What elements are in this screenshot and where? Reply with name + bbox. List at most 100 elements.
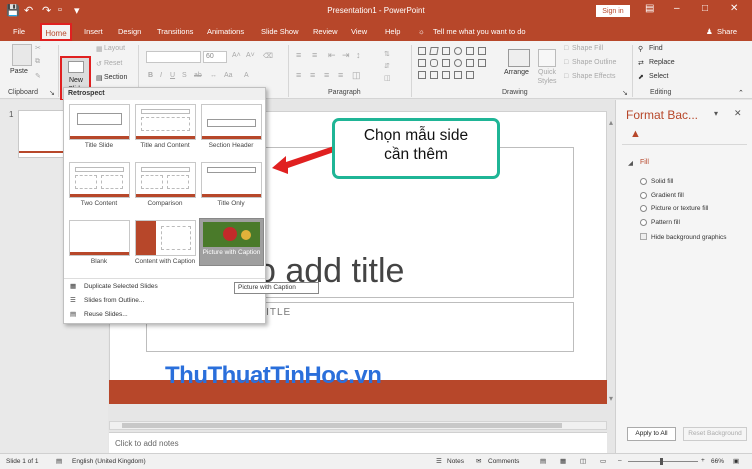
- menu-slides-from-outline[interactable]: Slides from Outline...: [84, 297, 144, 304]
- quick-styles-button[interactable]: Quick Styles: [533, 68, 561, 86]
- menu-reuse-slides[interactable]: Reuse Slides...: [84, 311, 128, 318]
- zoom-slider-thumb[interactable]: [660, 458, 663, 465]
- increase-indent-icon[interactable]: ⇥: [342, 50, 350, 61]
- layout-picture-with-caption[interactable]: Picture with Caption: [199, 218, 264, 266]
- arrange-button[interactable]: Arrange: [504, 69, 529, 76]
- zoom-slider[interactable]: [628, 461, 698, 462]
- pane-options-icon[interactable]: ▾: [714, 109, 718, 118]
- tab-insert[interactable]: Insert: [84, 27, 103, 36]
- tell-me-search[interactable]: Tell me what you want to do: [433, 27, 526, 36]
- tab-slideshow[interactable]: Slide Show: [261, 27, 299, 36]
- align-text-icon[interactable]: ⇵: [384, 62, 390, 70]
- font-color-icon[interactable]: A: [244, 72, 249, 79]
- shape-fill-button[interactable]: Shape Fill: [572, 45, 603, 52]
- circle-shape-icon[interactable]: [454, 59, 462, 67]
- section-button[interactable]: Section: [104, 74, 127, 81]
- bold-icon[interactable]: B: [148, 72, 153, 79]
- share-button[interactable]: Share: [717, 27, 737, 36]
- char-spacing-icon[interactable]: ↔: [210, 72, 217, 79]
- layout-comparison[interactable]: [135, 162, 196, 198]
- reset-background-button[interactable]: Reset Background: [683, 427, 747, 441]
- tab-animations[interactable]: Animations: [207, 27, 244, 36]
- pattern-fill-radio[interactable]: [640, 219, 647, 226]
- normal-view-icon[interactable]: ▤: [540, 457, 546, 465]
- scrollbar-thumb[interactable]: [122, 423, 562, 428]
- paste-icon[interactable]: [12, 44, 32, 66]
- fill-bucket-icon[interactable]: ▲: [630, 128, 641, 140]
- paste-button[interactable]: Paste: [10, 68, 28, 75]
- horizontal-scrollbar[interactable]: [109, 421, 607, 430]
- vscroll-down-icon[interactable]: ▾: [609, 394, 613, 403]
- format-painter-icon[interactable]: ✎: [35, 72, 41, 80]
- layout-two-content[interactable]: [69, 162, 130, 198]
- textbox-shape-icon[interactable]: [418, 47, 426, 55]
- pentagon-shape-icon[interactable]: [442, 71, 450, 79]
- hide-background-checkbox[interactable]: [640, 233, 647, 240]
- arrange-icon[interactable]: [508, 49, 530, 67]
- line-spacing-icon[interactable]: ↕: [356, 50, 361, 60]
- zoom-in-icon[interactable]: +: [701, 457, 705, 464]
- layout-title-and-content[interactable]: [135, 104, 196, 140]
- collapse-ribbon-icon[interactable]: ⌃: [738, 89, 744, 97]
- cut-icon[interactable]: ✂: [35, 44, 41, 52]
- spellcheck-icon[interactable]: ▤: [56, 457, 62, 465]
- text-direction-icon[interactable]: ⇅: [384, 50, 390, 58]
- line-shape-icon[interactable]: [429, 47, 439, 55]
- layout-button[interactable]: Layout: [104, 45, 125, 52]
- shrink-font-icon[interactable]: A˅: [246, 52, 255, 59]
- bracket-shape-icon[interactable]: [418, 59, 426, 67]
- slideshow-view-icon[interactable]: ▭: [600, 457, 606, 465]
- fit-to-window-icon[interactable]: ▣: [733, 457, 739, 465]
- align-right-icon[interactable]: ≡: [324, 70, 329, 80]
- underline-icon[interactable]: U: [170, 72, 175, 79]
- tab-file[interactable]: File: [13, 27, 25, 36]
- comments-toggle[interactable]: Comments: [488, 458, 519, 465]
- layout-content-with-caption[interactable]: [135, 220, 196, 256]
- replace-button[interactable]: Replace: [649, 59, 675, 66]
- close-icon[interactable]: ✕: [730, 3, 738, 14]
- copy-icon[interactable]: ⧉: [35, 58, 40, 66]
- layout-section-header[interactable]: [201, 104, 262, 140]
- curve-shape-icon[interactable]: [418, 71, 426, 79]
- triangle-shape-icon[interactable]: [466, 47, 474, 55]
- align-left-icon[interactable]: ≡: [296, 70, 301, 80]
- dialog-launcher-icon[interactable]: ↘: [49, 89, 55, 97]
- font-size-box[interactable]: 60: [203, 51, 227, 63]
- sign-in-button[interactable]: Sign in: [596, 5, 630, 17]
- brace-shape-icon[interactable]: [478, 59, 486, 67]
- maximize-icon[interactable]: □: [702, 3, 708, 14]
- layout-title-only[interactable]: [201, 162, 262, 198]
- arrow-shape-icon[interactable]: [478, 47, 486, 55]
- shape-effects-button[interactable]: Shape Effects: [572, 73, 615, 80]
- grow-font-icon[interactable]: A˄: [232, 52, 241, 59]
- reset-button[interactable]: Reset: [104, 60, 122, 67]
- language-status[interactable]: English (United Kingdom): [72, 458, 146, 465]
- tab-review[interactable]: Review: [313, 27, 338, 36]
- numbering-icon[interactable]: ≡: [312, 50, 317, 60]
- find-button[interactable]: Find: [649, 45, 663, 52]
- shape-outline-button[interactable]: Shape Outline: [572, 59, 616, 66]
- reading-view-icon[interactable]: ◫: [580, 457, 586, 465]
- tab-transitions[interactable]: Transitions: [157, 27, 193, 36]
- brace-right-shape-icon[interactable]: [466, 71, 474, 79]
- section-collapse-icon[interactable]: ◢: [628, 159, 633, 167]
- star-shape-icon[interactable]: [466, 59, 474, 67]
- slide-sorter-icon[interactable]: ▦: [560, 457, 566, 465]
- vscroll-up-icon[interactable]: ▴: [609, 118, 613, 127]
- zoom-level[interactable]: 66%: [711, 458, 724, 465]
- rounded-rect-shape-icon[interactable]: [430, 59, 438, 67]
- picture-fill-radio[interactable]: [640, 205, 647, 212]
- italic-icon[interactable]: I: [160, 72, 162, 79]
- select-button[interactable]: Select: [649, 73, 668, 80]
- solid-fill-radio[interactable]: [640, 178, 647, 185]
- layout-blank[interactable]: [69, 220, 130, 256]
- strikethrough-icon[interactable]: ab: [194, 72, 202, 79]
- change-case-icon[interactable]: Aa: [224, 72, 233, 79]
- tab-home[interactable]: Home: [40, 23, 72, 41]
- rectangle-shape-icon[interactable]: [442, 47, 450, 55]
- drawing-launcher-icon[interactable]: ↘: [622, 89, 628, 97]
- smartart-icon[interactable]: ◫: [384, 74, 391, 82]
- shadow-icon[interactable]: S: [182, 72, 187, 79]
- pane-close-icon[interactable]: ✕: [734, 108, 742, 119]
- notes-toggle[interactable]: Notes: [447, 458, 464, 465]
